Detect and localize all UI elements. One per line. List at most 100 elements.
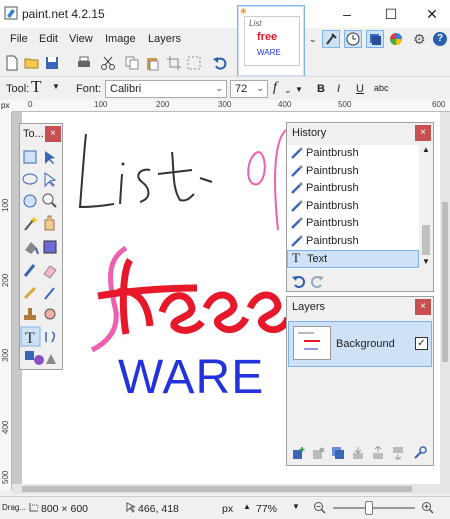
close-button[interactable]: ✕	[414, 0, 450, 28]
paste-icon[interactable]	[144, 55, 160, 71]
layer-properties-icon[interactable]	[413, 446, 427, 460]
menu-view[interactable]: View	[69, 33, 93, 45]
zoom-out-icon[interactable]	[313, 501, 326, 514]
new-image-icon[interactable]	[4, 55, 20, 71]
zoom-in-icon[interactable]	[421, 501, 434, 514]
text-tool-selected-icon[interactable]: T	[20, 326, 41, 347]
duplicate-layer-icon[interactable]	[331, 446, 345, 460]
history-item-selected[interactable]: T Text	[287, 250, 419, 268]
unit-dropdown-icon[interactable]: ▲	[243, 502, 251, 511]
history-item[interactable]: Paintbrush	[287, 215, 419, 233]
clone-stamp-icon[interactable]	[24, 308, 36, 320]
svg-text:T: T	[25, 330, 35, 347]
history-toggle-icon[interactable]	[344, 30, 362, 48]
zoom-level[interactable]: 77%	[256, 503, 277, 515]
crop-icon[interactable]	[166, 55, 182, 71]
move-layer-down-icon[interactable]	[391, 446, 405, 460]
menu-file[interactable]: File	[10, 33, 28, 45]
zoom-slider-track[interactable]	[333, 501, 415, 515]
maximize-button[interactable]: ☐	[373, 0, 409, 28]
canvas-ware-text: WARE	[118, 351, 265, 404]
history-list[interactable]: Paintbrush Paintbrush Paintbrush Paintbr…	[287, 145, 419, 269]
paintbrush-icon	[291, 217, 303, 229]
open-folder-icon[interactable]	[24, 55, 40, 71]
recolor-icon[interactable]	[44, 308, 56, 320]
zoom-slider-thumb[interactable]	[365, 501, 373, 515]
layer-visibility-checkbox[interactable]: ✓	[415, 337, 428, 350]
font-size-select[interactable]: 72 ⌄	[230, 80, 268, 98]
print-icon[interactable]	[76, 55, 92, 71]
history-redo-icon[interactable]	[311, 274, 325, 288]
strikethrough-button[interactable]: abc	[374, 83, 389, 93]
shapes-icon[interactable]	[25, 351, 56, 365]
canvas-horizontal-scrollbar[interactable]	[12, 484, 450, 494]
history-item[interactable]: Paintbrush	[287, 163, 419, 181]
colors-toggle-icon[interactable]	[389, 32, 403, 46]
delete-layer-icon[interactable]	[311, 446, 325, 460]
rectangle-select-icon[interactable]	[23, 150, 37, 164]
save-icon[interactable]	[44, 55, 60, 71]
scroll-up-icon[interactable]: ▲	[422, 145, 430, 154]
history-scrollbar[interactable]: ▲ ▼	[419, 145, 433, 269]
layers-toggle-icon[interactable]	[366, 30, 384, 48]
history-panel-close-icon[interactable]: ×	[415, 125, 431, 141]
zoom-dropdown-icon[interactable]: ▼	[292, 502, 300, 511]
move-selection-icon[interactable]	[44, 172, 57, 188]
history-item[interactable]: Paintbrush	[287, 145, 419, 163]
history-item[interactable]: Paintbrush	[287, 233, 419, 251]
pan-hand-icon[interactable]	[44, 215, 55, 231]
layer-row-background[interactable]: Background ✓	[288, 321, 432, 367]
gradient-icon[interactable]	[43, 240, 57, 254]
text-icon: T	[292, 250, 300, 265]
scrollbar-thumb[interactable]	[422, 225, 430, 255]
color-picker-icon[interactable]	[44, 287, 55, 300]
smoothing-arrow-icon[interactable]: ▼	[295, 85, 303, 94]
move-layer-up-icon[interactable]	[371, 446, 385, 460]
tools-panel-close-icon[interactable]: ×	[45, 126, 61, 142]
menu-layers[interactable]: Layers	[148, 33, 181, 45]
history-item[interactable]: Paintbrush	[287, 198, 419, 216]
ellipse-select-icon[interactable]	[23, 194, 37, 208]
font-smoothing-dropdown-icon[interactable]: ⌄	[284, 85, 292, 96]
paint-bucket-icon[interactable]	[25, 242, 39, 255]
pencil-icon[interactable]	[23, 286, 37, 300]
paintbrush-tool-icon[interactable]	[23, 264, 36, 277]
layers-panel: Layers × Background ✓	[286, 296, 434, 466]
canvas-vertical-scrollbar[interactable]	[440, 112, 450, 490]
font-smoothing-icon[interactable]: f	[273, 80, 277, 96]
line-curve-icon[interactable]	[45, 331, 56, 343]
cut-icon[interactable]	[100, 55, 116, 71]
tool-dropdown-icon[interactable]: ▼	[52, 82, 60, 91]
deselect-icon[interactable]	[186, 55, 202, 71]
copy-icon[interactable]	[124, 55, 140, 71]
undo-icon[interactable]	[212, 55, 228, 71]
move-selected-icon[interactable]	[45, 151, 55, 164]
italic-button[interactable]: I	[337, 83, 340, 95]
text-tool-icon[interactable]: T	[31, 77, 41, 97]
settings-gear-icon[interactable]: ⚙	[413, 31, 426, 48]
unit-selector[interactable]: px	[222, 503, 233, 515]
underline-button[interactable]: U	[356, 83, 364, 95]
ruler-tick-label: 300	[1, 348, 10, 362]
zoom-icon[interactable]	[42, 193, 57, 208]
layers-panel-close-icon[interactable]: ×	[415, 299, 431, 315]
magic-wand-icon[interactable]	[24, 216, 38, 231]
scroll-down-icon[interactable]: ▼	[422, 257, 430, 266]
history-item[interactable]: Paintbrush	[287, 180, 419, 198]
paintbrush-icon	[291, 147, 303, 159]
minimize-button[interactable]: –	[329, 0, 365, 28]
bold-button[interactable]: B	[317, 83, 325, 95]
eraser-icon[interactable]	[43, 265, 57, 279]
thumbnail-dropdown-icon[interactable]: ⌄	[309, 34, 317, 45]
scrollbar-thumb[interactable]	[442, 202, 448, 362]
menu-edit[interactable]: Edit	[39, 33, 58, 45]
tools-toggle-icon[interactable]	[322, 30, 340, 48]
history-undo-icon[interactable]	[291, 274, 305, 288]
font-family-select[interactable]: Calibri ⌄	[105, 80, 227, 98]
scrollbar-thumb[interactable]	[22, 486, 412, 492]
merge-layer-down-icon[interactable]	[351, 446, 365, 460]
add-layer-icon[interactable]	[291, 446, 305, 460]
help-icon[interactable]: ?	[433, 32, 447, 46]
menu-image[interactable]: Image	[105, 33, 136, 45]
lasso-select-icon[interactable]	[22, 173, 38, 185]
